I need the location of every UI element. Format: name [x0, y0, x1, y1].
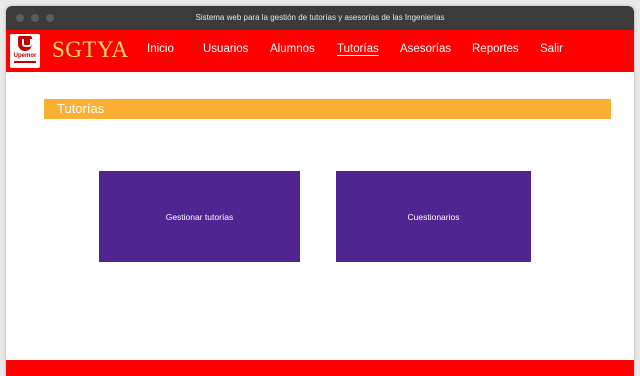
browser-window: Sistema web para la gestión de tutorías … [6, 6, 634, 376]
logo-text: Upemor [13, 53, 37, 59]
nav-item-tutorias[interactable]: Tutorías [337, 43, 379, 55]
main-content: Tutorías Gestionar tutorías Cuestionario… [6, 72, 634, 360]
shield-icon [18, 36, 32, 51]
nav-item-salir[interactable]: Salir [540, 43, 563, 55]
upemor-logo[interactable]: Upemor [10, 34, 40, 68]
footer-bar [6, 360, 634, 376]
page-title: Tutorías [57, 101, 105, 116]
nav-item-asesorias[interactable]: Asesorías [400, 43, 451, 55]
nav-item-reportes[interactable]: Reportes [472, 43, 519, 55]
brand-name[interactable]: SGTYA [52, 37, 129, 63]
nav-item-usuarios[interactable]: Usuarios [203, 43, 248, 55]
tile-label: Cuestionarios [407, 211, 460, 222]
gestionar-tutorias-button[interactable]: Gestionar tutorías [99, 171, 300, 262]
section-header: Tutorías [44, 99, 611, 119]
window-title: Sistema web para la gestión de tutorías … [195, 13, 445, 22]
nav-item-inicio[interactable]: Inicio [147, 43, 174, 55]
cuestionarios-button[interactable]: Cuestionarios [336, 171, 531, 262]
tile-label: Gestionar tutorías [165, 211, 234, 222]
top-navbar: Upemor SGTYA Inicio Usuarios Alumnos Tut… [6, 30, 634, 72]
logo-underline [14, 61, 36, 63]
nav-item-alumnos[interactable]: Alumnos [270, 43, 315, 55]
window-titlebar: Sistema web para la gestión de tutorías … [6, 6, 634, 30]
